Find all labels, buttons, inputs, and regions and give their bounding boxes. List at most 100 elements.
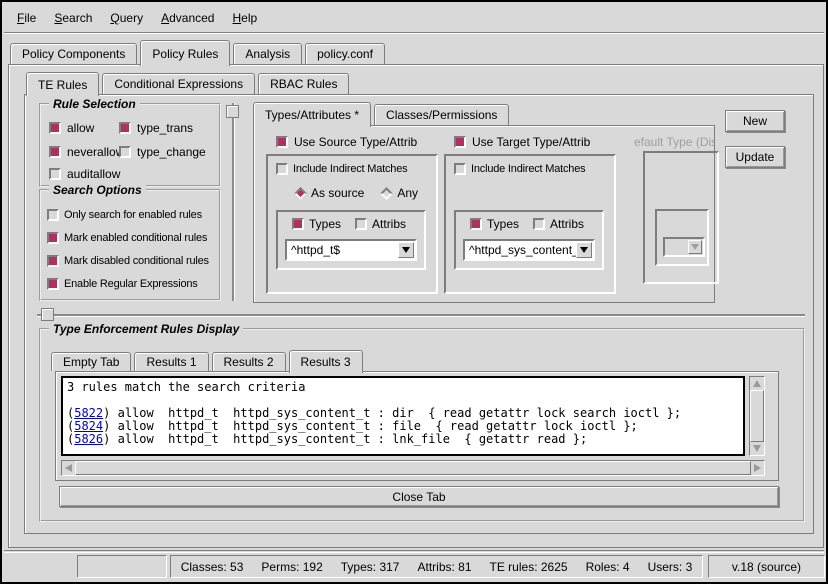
te-rules-page: Rule Selection allow type_trans neverall… [24, 94, 814, 534]
menu-help[interactable]: Help [223, 5, 266, 31]
checkbox-allow[interactable]: allow [49, 121, 94, 135]
horizontal-sash[interactable] [37, 314, 805, 316]
tab-results-1[interactable]: Results 1 [134, 352, 208, 371]
target-indirect-checkbox[interactable] [454, 163, 466, 175]
status-classes: Classes: 53 [181, 560, 244, 574]
default-type-label: efault Type (Disa [634, 135, 714, 149]
checkbox-mark-disabled[interactable]: Mark disabled conditional rules [47, 255, 209, 267]
regex-label: Enable Regular Expressions [64, 278, 198, 290]
use-source-row[interactable]: Use Source Type/Attrib [276, 135, 417, 149]
scroll-right-icon[interactable] [751, 461, 764, 474]
update-button[interactable]: Update [725, 146, 785, 168]
tab-results-3[interactable]: Results 3 [289, 350, 363, 373]
use-source-checkbox[interactable] [276, 136, 288, 148]
vertical-sash-handle[interactable] [226, 105, 239, 118]
target-type-combobox[interactable]: ^httpd_sys_content_t$ [463, 239, 595, 261]
target-indirect-row[interactable]: Include Indirect Matches [454, 163, 585, 175]
allow-checkbox[interactable] [49, 122, 61, 134]
checkbox-only-enabled[interactable]: Only search for enabled rules [47, 209, 202, 221]
scroll-up-icon[interactable] [750, 377, 763, 390]
tab-conditional-expressions[interactable]: Conditional Expressions [102, 73, 255, 94]
scroll-left-icon[interactable] [62, 461, 75, 474]
source-combo-button[interactable] [398, 242, 414, 258]
horizontal-sash-handle[interactable] [41, 308, 54, 321]
auditallow-label: auditallow [67, 167, 120, 181]
target-types-box: Types Attribs ^httpd_sys_content_t$ [454, 210, 604, 270]
source-attribs-label: Attribs [372, 217, 406, 231]
tab-empty[interactable]: Empty Tab [51, 352, 131, 371]
tab-classes-permissions[interactable]: Classes/Permissions [374, 104, 509, 125]
target-type-value: ^httpd_sys_content_t$ [465, 243, 576, 257]
checkbox-type-trans[interactable]: type_trans [119, 121, 193, 135]
menu-query[interactable]: Query [101, 5, 152, 31]
menu-search[interactable]: Search [45, 5, 101, 31]
status-separator [4, 550, 824, 552]
vertical-scroll-thumb[interactable] [750, 390, 764, 442]
menu-file[interactable]: File [8, 5, 45, 31]
source-indirect-checkbox[interactable] [276, 163, 288, 175]
target-types-checkbox[interactable] [470, 218, 482, 230]
status-version-cell: v.18 (source) [708, 555, 825, 578]
neverallow-checkbox[interactable] [49, 146, 61, 158]
source-types-checkbox[interactable] [292, 218, 304, 230]
target-combo-button[interactable] [576, 242, 592, 258]
tab-policy-rules[interactable]: Policy Rules [140, 40, 230, 66]
menu-advanced-label: A [161, 11, 169, 25]
any-radio[interactable] [380, 187, 393, 200]
results-textarea[interactable]: 3 rules match the search criteria (5822)… [61, 376, 745, 456]
type-trans-checkbox[interactable] [119, 122, 131, 134]
scroll-down-icon[interactable] [750, 442, 763, 455]
tab-te-rules[interactable]: TE Rules [26, 72, 99, 96]
rule-link-5826[interactable]: 5826 [74, 432, 103, 446]
source-type-combobox[interactable]: ^httpd_t$ [285, 239, 417, 261]
target-types-label: Types [487, 217, 519, 231]
menu-help-label: H [232, 11, 241, 25]
checkbox-type-change[interactable]: type_change [119, 145, 206, 159]
status-attribs: Attribs: 81 [417, 560, 471, 574]
tab-policy-components[interactable]: Policy Components [10, 43, 137, 64]
only-enabled-checkbox[interactable] [47, 209, 59, 221]
menu-advanced[interactable]: Advanced [152, 5, 223, 31]
regex-checkbox[interactable] [47, 278, 59, 290]
rule-selection-frame: Rule Selection allow type_trans neverall… [39, 103, 221, 187]
as-source-radio[interactable] [294, 187, 307, 200]
neverallow-label: neverallow [67, 145, 124, 159]
mark-enabled-checkbox[interactable] [47, 232, 59, 244]
use-target-checkbox[interactable] [454, 136, 466, 148]
type-trans-label: type_trans [137, 121, 193, 135]
chevron-down-icon [691, 244, 699, 250]
results-summary: 3 rules match the search criteria [67, 381, 743, 394]
any-label[interactable]: Any [397, 186, 418, 200]
tab-analysis[interactable]: Analysis [233, 43, 302, 64]
checkbox-auditallow[interactable]: auditallow [49, 167, 120, 181]
target-box: Include Indirect Matches Types Attribs ^… [444, 154, 616, 294]
vertical-sash[interactable] [232, 103, 234, 301]
tab-types-attributes[interactable]: Types/Attributes * [253, 102, 371, 127]
tab-results-2[interactable]: Results 2 [212, 352, 286, 371]
mark-disabled-checkbox[interactable] [47, 255, 59, 267]
new-button[interactable]: New [725, 110, 785, 132]
source-indirect-row[interactable]: Include Indirect Matches [276, 163, 407, 175]
checkbox-mark-enabled[interactable]: Mark enabled conditional rules [47, 232, 207, 244]
rule-link-5822[interactable]: 5822 [74, 406, 103, 420]
tab-rbac-rules[interactable]: RBAC Rules [258, 73, 349, 94]
checkbox-neverallow[interactable]: neverallow [49, 145, 124, 159]
results-vertical-scrollbar[interactable] [749, 376, 765, 456]
horizontal-scroll-thumb[interactable] [75, 461, 751, 475]
type-change-checkbox[interactable] [119, 146, 131, 158]
close-tab-button[interactable]: Close Tab [59, 486, 779, 507]
tab-policy-conf[interactable]: policy.conf [305, 43, 385, 64]
main-tab-bar: Policy Components Policy Rules Analysis … [10, 38, 388, 65]
results-horizontal-scrollbar[interactable] [61, 460, 765, 476]
rule-link-5824[interactable]: 5824 [74, 419, 103, 433]
use-target-row[interactable]: Use Target Type/Attrib [454, 135, 590, 149]
mark-enabled-label: Mark enabled conditional rules [64, 232, 207, 244]
as-source-label[interactable]: As source [311, 186, 364, 200]
checkbox-regex[interactable]: Enable Regular Expressions [47, 278, 198, 290]
status-empty-cell [77, 555, 167, 578]
auditallow-checkbox[interactable] [49, 168, 61, 180]
target-attribs-checkbox[interactable] [533, 218, 545, 230]
default-type-combobox [663, 237, 705, 257]
status-stats-cell: Classes: 53 Perms: 192 Types: 317 Attrib… [170, 555, 703, 578]
source-attribs-checkbox[interactable] [355, 218, 367, 230]
